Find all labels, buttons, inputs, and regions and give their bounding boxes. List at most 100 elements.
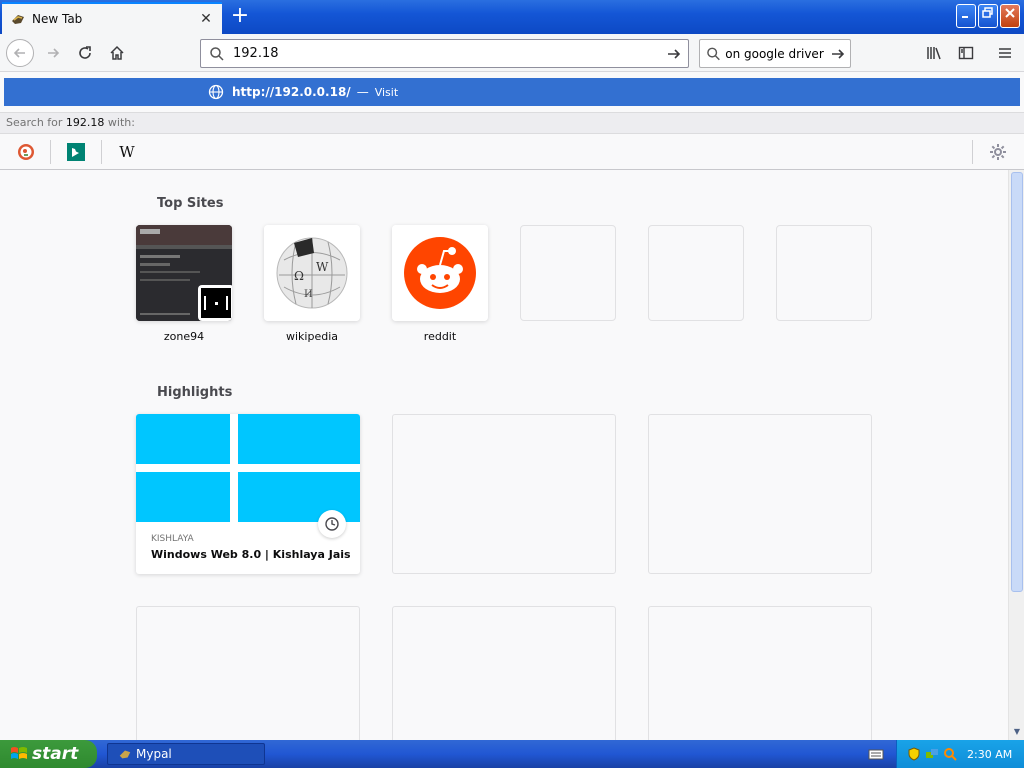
tab-bar: New Tab ✕ + — [0, 0, 1024, 34]
url-bar[interactable] — [200, 39, 689, 68]
svg-text:Ω: Ω — [294, 269, 304, 283]
highlight-empty — [392, 414, 616, 574]
reload-button[interactable] — [72, 40, 98, 66]
url-go-button[interactable] — [660, 40, 688, 67]
suggestion-url: http://192.0.0.18/ — [232, 85, 351, 99]
home-icon — [110, 45, 124, 60]
mypal-icon — [12, 15, 24, 24]
history-badge — [318, 510, 346, 538]
engine-wikipedia[interactable]: W — [117, 142, 137, 162]
forward-arrow-icon — [48, 48, 60, 58]
vertical-scrollbar[interactable]: ▼ — [1008, 170, 1024, 740]
engine-bing[interactable] — [66, 142, 86, 162]
taskbar: start Mypal 2:30 AM — [0, 740, 1024, 768]
suggestion-action: Visit — [374, 85, 399, 99]
keyboard-icon[interactable] — [868, 747, 884, 764]
top-site-label: zone94 — [163, 330, 205, 343]
search-icon — [707, 47, 720, 60]
top-site-wikipedia[interactable]: Ω W И — [264, 225, 360, 321]
back-arrow-icon — [13, 48, 25, 58]
gear-icon — [990, 144, 1006, 160]
arrow-right-icon — [831, 48, 844, 59]
minimize-icon — [962, 16, 968, 18]
close-window-button[interactable] — [1000, 4, 1020, 28]
taskbar-item-mypal[interactable]: Mypal — [107, 743, 265, 765]
arrow-right-icon — [668, 48, 681, 59]
reddit-icon — [392, 225, 488, 321]
top-site-reddit[interactable] — [392, 225, 488, 321]
url-input[interactable] — [233, 46, 660, 61]
search-for-label: Search for 192.18 with: — [0, 112, 1024, 134]
network-icon[interactable] — [925, 747, 939, 761]
search-tray-icon[interactable] — [943, 747, 957, 761]
close-icon — [1005, 8, 1015, 18]
top-site-zone94[interactable] — [136, 225, 232, 321]
windows-flag-icon — [11, 747, 27, 759]
highlight-card[interactable]: KISHLAYA Windows Web 8.0 | Kishlaya Jais… — [136, 414, 360, 574]
engine-duckduckgo[interactable] — [16, 142, 36, 162]
security-shield-icon[interactable] — [907, 747, 921, 761]
start-button[interactable]: start — [0, 740, 97, 768]
hamburger-menu-icon — [999, 48, 1011, 58]
back-button[interactable] — [6, 39, 34, 67]
start-label: start — [32, 744, 79, 764]
wikipedia-icon: W — [119, 143, 135, 161]
library-icon — [927, 47, 941, 60]
suggestion-row[interactable]: http://192.0.0.18/ — Visit — [4, 78, 1020, 106]
search-for-prefix: Search for — [6, 116, 63, 129]
top-site-label: wikipedia — [285, 330, 338, 343]
windows-logo-thumbnail — [136, 414, 360, 522]
clock-icon — [325, 517, 339, 531]
top-site-empty[interactable] — [648, 225, 744, 321]
pong-icon — [201, 288, 231, 318]
highlight-title: Windows Web 8.0 | Kishlaya Jais... — [151, 548, 351, 561]
bing-icon — [67, 143, 85, 161]
svg-text:W: W — [316, 260, 329, 274]
sidebar-icon — [958, 46, 974, 60]
system-tray: 2:30 AM — [896, 740, 1024, 768]
svg-text:И: И — [304, 289, 313, 300]
navigation-bar — [0, 34, 1024, 72]
search-go-button[interactable] — [825, 40, 850, 67]
search-for-suffix: with: — [107, 116, 135, 129]
top-site-empty[interactable] — [520, 225, 616, 321]
clock: 2:30 AM — [967, 747, 1013, 761]
scroll-down-icon[interactable]: ▼ — [1009, 724, 1024, 740]
suggestion-separator: — — [356, 85, 369, 99]
new-tab-button[interactable]: + — [228, 5, 252, 29]
top-sites-title: Top Sites — [157, 196, 224, 211]
highlight-empty — [392, 606, 616, 740]
search-input[interactable] — [725, 46, 826, 61]
menu-button[interactable] — [992, 40, 1018, 66]
home-button[interactable] — [104, 40, 130, 66]
restore-icon — [982, 7, 993, 18]
sidebar-button[interactable] — [953, 40, 979, 66]
highlights-title: Highlights — [157, 385, 233, 400]
highlight-empty — [648, 414, 872, 574]
reload-icon — [79, 46, 91, 59]
minimize-button[interactable] — [956, 4, 976, 28]
scrollbar-thumb[interactable] — [1011, 172, 1023, 592]
search-engine-bar: W — [0, 134, 1024, 170]
wikipedia-globe-icon: Ω W И — [264, 225, 360, 321]
new-tab-page: Top Sites zone94 Ω W И wikipedia reddit … — [0, 170, 1008, 740]
engine-separator — [972, 140, 973, 164]
search-for-query: 192.18 — [65, 116, 105, 129]
mypal-icon — [119, 750, 131, 759]
library-button[interactable] — [922, 40, 948, 66]
search-bar[interactable] — [699, 39, 851, 68]
url-dropdown: http://192.0.0.18/ — Visit Search for 19… — [0, 72, 1024, 170]
zone94-favicon — [198, 285, 232, 321]
search-settings-button[interactable] — [988, 142, 1008, 162]
tab-new-tab[interactable]: New Tab ✕ — [2, 2, 222, 34]
forward-button[interactable] — [40, 40, 66, 66]
restore-button[interactable] — [978, 4, 998, 28]
taskbar-item-label: Mypal — [136, 747, 172, 761]
highlight-empty — [648, 606, 872, 740]
duckduckgo-icon — [18, 144, 34, 160]
highlight-source: KISHLAYA — [151, 534, 194, 544]
tab-close-icon[interactable]: ✕ — [198, 11, 214, 27]
tab-title: New Tab — [32, 12, 83, 26]
top-site-empty[interactable] — [776, 225, 872, 321]
engine-separator — [101, 140, 102, 164]
